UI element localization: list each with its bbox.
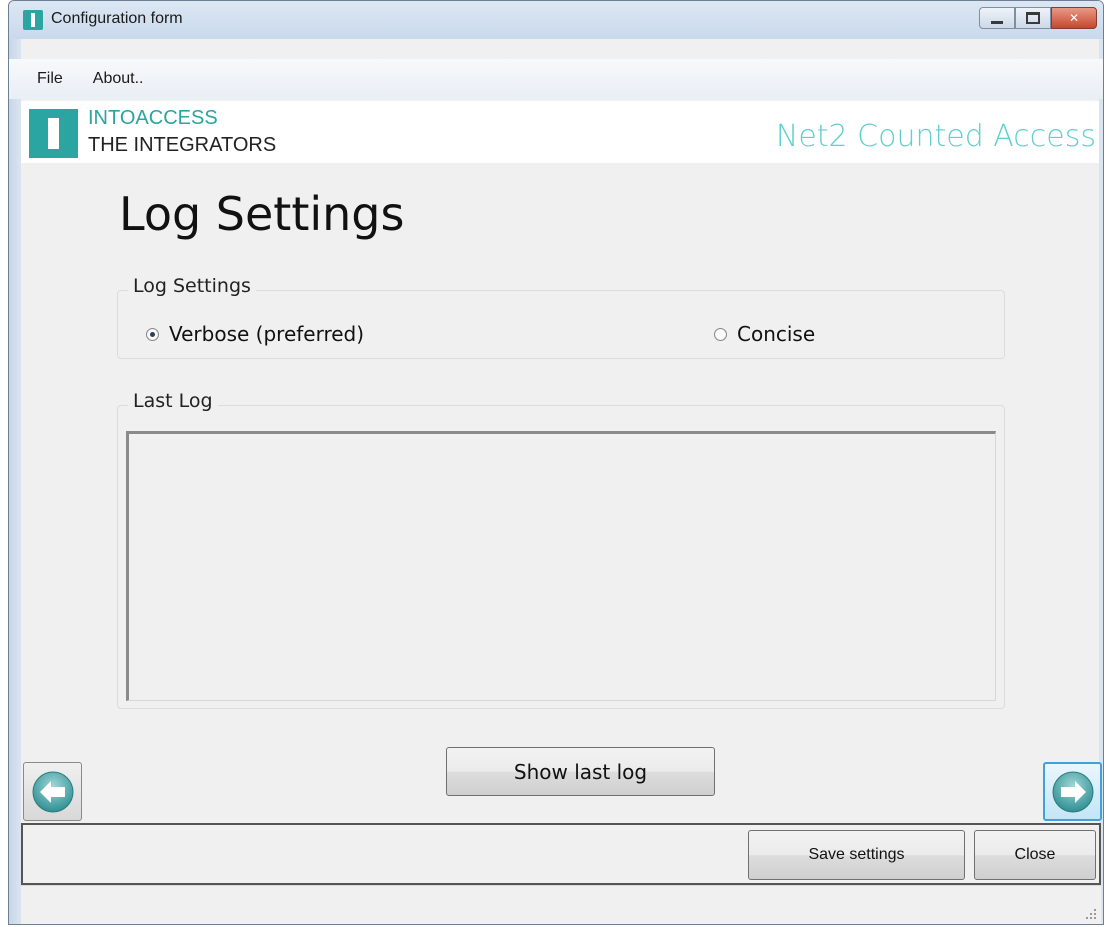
minimize-button[interactable] bbox=[979, 7, 1015, 29]
arrow-left-icon bbox=[32, 771, 73, 812]
menu-file[interactable]: File bbox=[25, 70, 75, 88]
last-log-textbox[interactable] bbox=[126, 431, 996, 701]
menu-about[interactable]: About.. bbox=[81, 70, 156, 88]
menu-bar: File About.. bbox=[9, 59, 1103, 99]
maximize-button[interactable] bbox=[1015, 7, 1051, 29]
close-window-button[interactable]: ✕ bbox=[1051, 7, 1097, 29]
next-page-button[interactable] bbox=[1043, 762, 1102, 821]
title-bar[interactable]: Configuration form ✕ bbox=[9, 1, 1103, 39]
previous-page-button[interactable] bbox=[23, 762, 82, 821]
page-title: Log Settings bbox=[119, 187, 405, 241]
last-log-group: Last Log bbox=[117, 390, 1005, 709]
log-settings-legend: Log Settings bbox=[128, 275, 256, 297]
window-controls: ✕ bbox=[979, 7, 1097, 29]
verbose-radio-button[interactable] bbox=[146, 327, 159, 341]
save-settings-button[interactable]: Save settings bbox=[748, 830, 965, 880]
product-name: Net2 Counted Access bbox=[775, 119, 1096, 154]
intoaccess-logo-icon bbox=[29, 109, 78, 158]
arrow-right-icon bbox=[1052, 771, 1093, 812]
window-frame-left bbox=[9, 39, 21, 924]
last-log-legend: Last Log bbox=[128, 390, 218, 412]
resize-grip-icon[interactable] bbox=[1085, 908, 1097, 920]
status-bar bbox=[21, 885, 1101, 924]
log-settings-group: Log Settings Verbose (preferred) Concise bbox=[117, 275, 1005, 359]
window-title: Configuration form bbox=[51, 10, 183, 27]
concise-radio-button[interactable] bbox=[714, 327, 727, 341]
show-last-log-button[interactable]: Show last log bbox=[446, 747, 715, 796]
minimize-icon bbox=[991, 20, 1003, 24]
app-window: Configuration form ✕ File About.. INTOAC… bbox=[8, 0, 1104, 925]
brand-name: INTOACCESS bbox=[88, 107, 218, 129]
header-banner: INTOACCESS THE INTEGRATORS Net2 Counted … bbox=[21, 101, 1099, 163]
verbose-radio-label: Verbose (preferred) bbox=[169, 322, 365, 346]
verbose-radio[interactable]: Verbose (preferred) bbox=[146, 322, 364, 346]
close-icon: ✕ bbox=[1068, 11, 1080, 25]
close-button[interactable]: Close bbox=[974, 830, 1096, 880]
brand-tagline: THE INTEGRATORS bbox=[88, 134, 277, 156]
maximize-icon bbox=[1026, 12, 1040, 24]
concise-radio-label: Concise bbox=[737, 322, 816, 346]
concise-radio[interactable]: Concise bbox=[714, 322, 815, 346]
app-icon bbox=[23, 10, 43, 30]
